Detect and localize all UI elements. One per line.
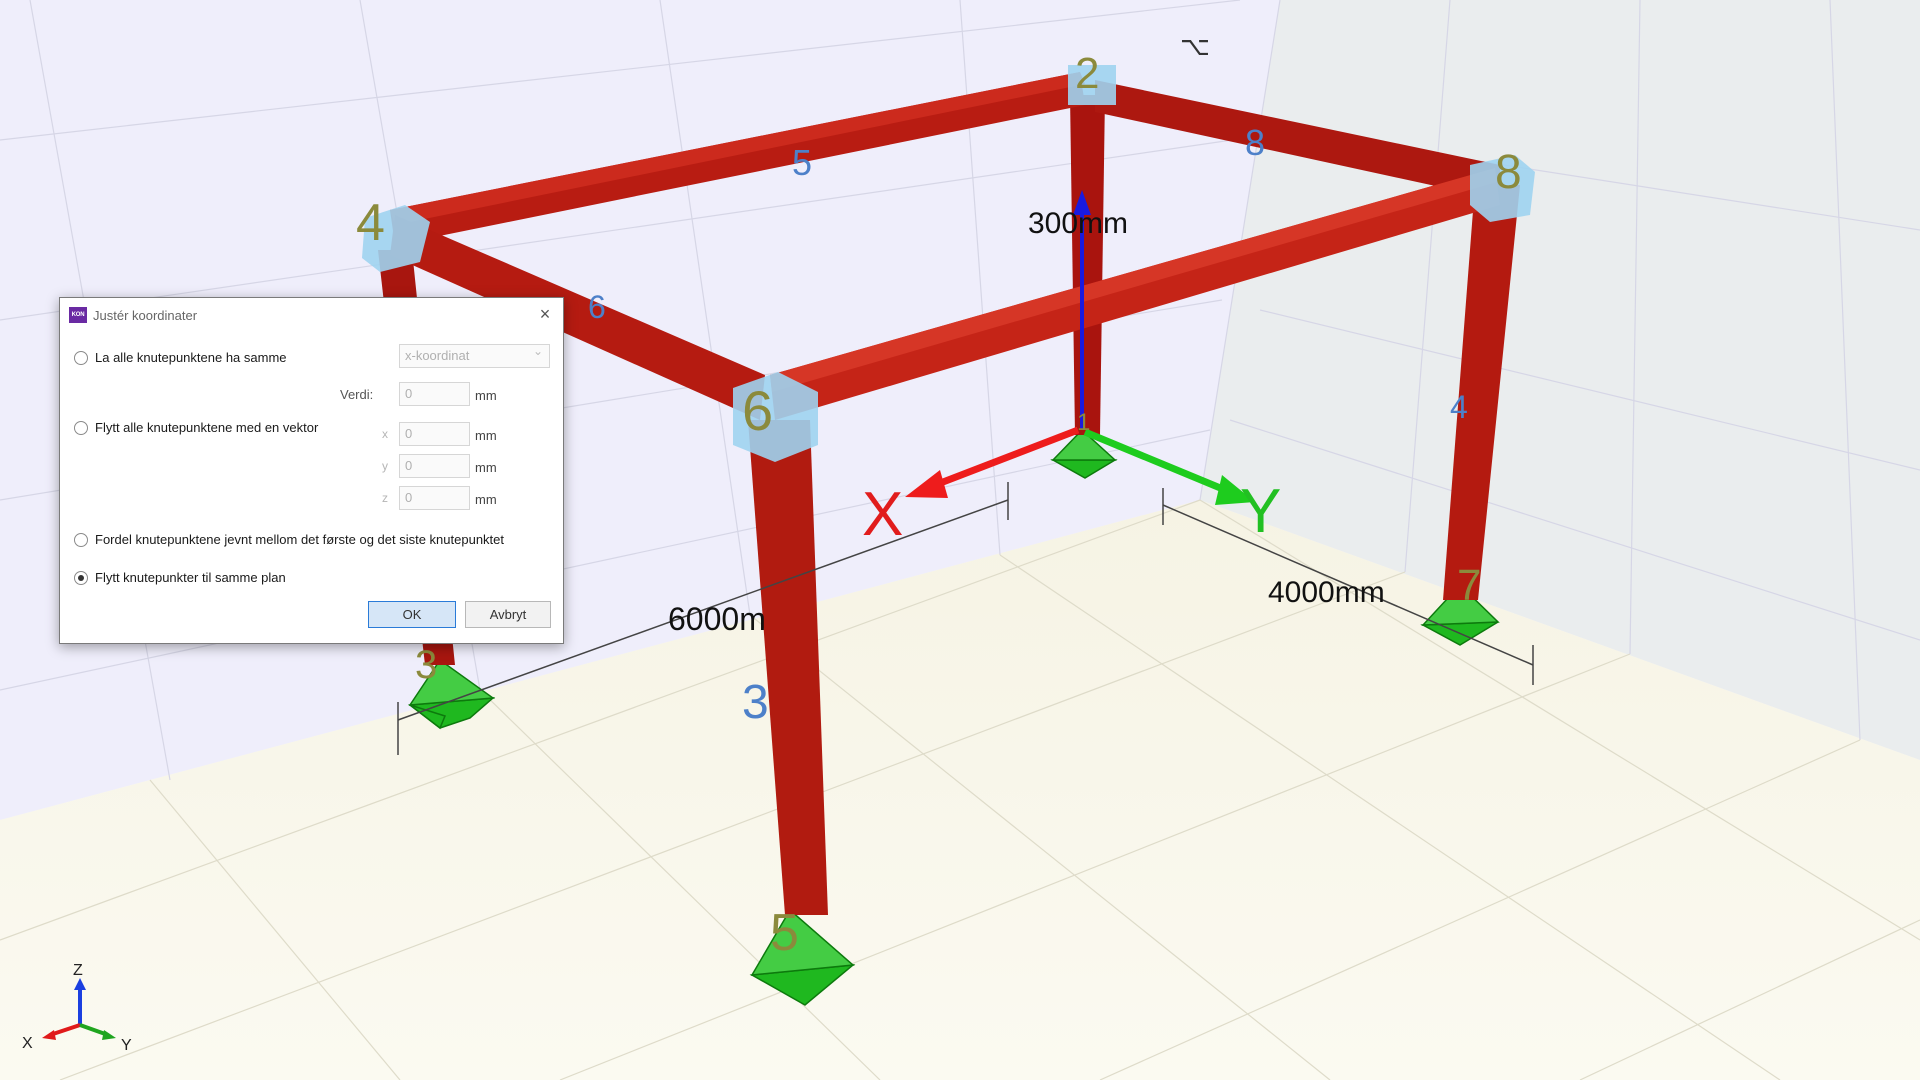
- vector-z-label: z: [382, 491, 388, 505]
- value-label: Verdi:: [340, 387, 374, 402]
- member-label-4: 4: [1450, 389, 1468, 425]
- column-node1-node2: [1070, 95, 1105, 435]
- vector-z-input[interactable]: 0: [399, 486, 470, 510]
- value-unit: mm: [475, 388, 497, 403]
- value-input[interactable]: 0: [399, 382, 470, 406]
- node-label-1: 1: [1077, 409, 1090, 436]
- vector-y-label: y: [382, 459, 388, 473]
- triad-z-label: Z: [73, 962, 83, 979]
- option-distribute-evenly-label: Fordel knutepunktene jevnt mellom det fø…: [95, 532, 505, 547]
- vector-x-label: x: [382, 427, 388, 441]
- triad-x-label: X: [22, 1035, 33, 1052]
- app-icon: KON: [69, 307, 87, 323]
- member-label-3: 3: [742, 676, 769, 729]
- node-label-2: 2: [1075, 49, 1099, 98]
- x-axis-label: X: [862, 480, 903, 549]
- vector-x-unit: mm: [475, 428, 497, 443]
- dim-length-y-text: 4000mm: [1268, 576, 1385, 609]
- member-label-6: 6: [588, 289, 606, 325]
- coordinate-select[interactable]: x-koordinat: [399, 344, 550, 368]
- vector-y-input[interactable]: 0: [399, 454, 470, 478]
- dim-length-x-text: 6000m: [668, 601, 766, 637]
- option-distribute-evenly[interactable]: Fordel knutepunktene jevnt mellom det fø…: [74, 532, 504, 547]
- option-same-plane-label: Flytt knutepunkter til samme plan: [95, 570, 286, 585]
- option-same-plane[interactable]: Flytt knutepunkter til samme plan: [74, 570, 286, 585]
- dialog-titlebar[interactable]: KON Justér koordinater ×: [60, 298, 563, 332]
- triad-y-label: Y: [121, 1037, 132, 1054]
- vector-y-unit: mm: [475, 460, 497, 475]
- dialog-title: Justér koordinater: [93, 308, 198, 323]
- vector-z-unit: mm: [475, 492, 497, 507]
- node-label-6: 6: [742, 379, 773, 442]
- member-label-8: 8: [1245, 122, 1265, 163]
- node-label-7: 7: [1457, 561, 1481, 610]
- svg-text:⌥: ⌥: [1180, 31, 1210, 61]
- vector-x-input[interactable]: 0: [399, 422, 470, 446]
- node-label-8: 8: [1495, 146, 1522, 199]
- radio-distribute-evenly[interactable]: [74, 532, 88, 547]
- close-icon[interactable]: ×: [535, 304, 555, 324]
- radio-same-coordinate[interactable]: [74, 350, 88, 365]
- dim-height-text: 300mm: [1028, 207, 1128, 240]
- option-same-coordinate-label: La alle knutepunktene ha samme: [95, 350, 287, 365]
- node-label-4: 4: [356, 194, 385, 252]
- cancel-button[interactable]: Avbryt: [465, 601, 551, 628]
- option-move-by-vector-label: Flytt alle knutepunktene med en vektor: [95, 420, 319, 435]
- member-label-5: 5: [792, 142, 812, 183]
- y-axis-label: Y: [1240, 477, 1281, 546]
- radio-same-plane[interactable]: [74, 570, 88, 585]
- option-move-by-vector[interactable]: Flytt alle knutepunktene med en vektor: [74, 420, 318, 435]
- node-label-3: 3: [415, 643, 437, 687]
- option-same-coordinate[interactable]: La alle knutepunktene ha samme: [74, 350, 287, 365]
- ok-button[interactable]: OK: [368, 601, 456, 628]
- node-label-5: 5: [770, 904, 799, 962]
- adjust-coordinates-dialog: KON Justér koordinater × La alle knutepu…: [59, 297, 564, 644]
- radio-move-by-vector[interactable]: [74, 420, 88, 435]
